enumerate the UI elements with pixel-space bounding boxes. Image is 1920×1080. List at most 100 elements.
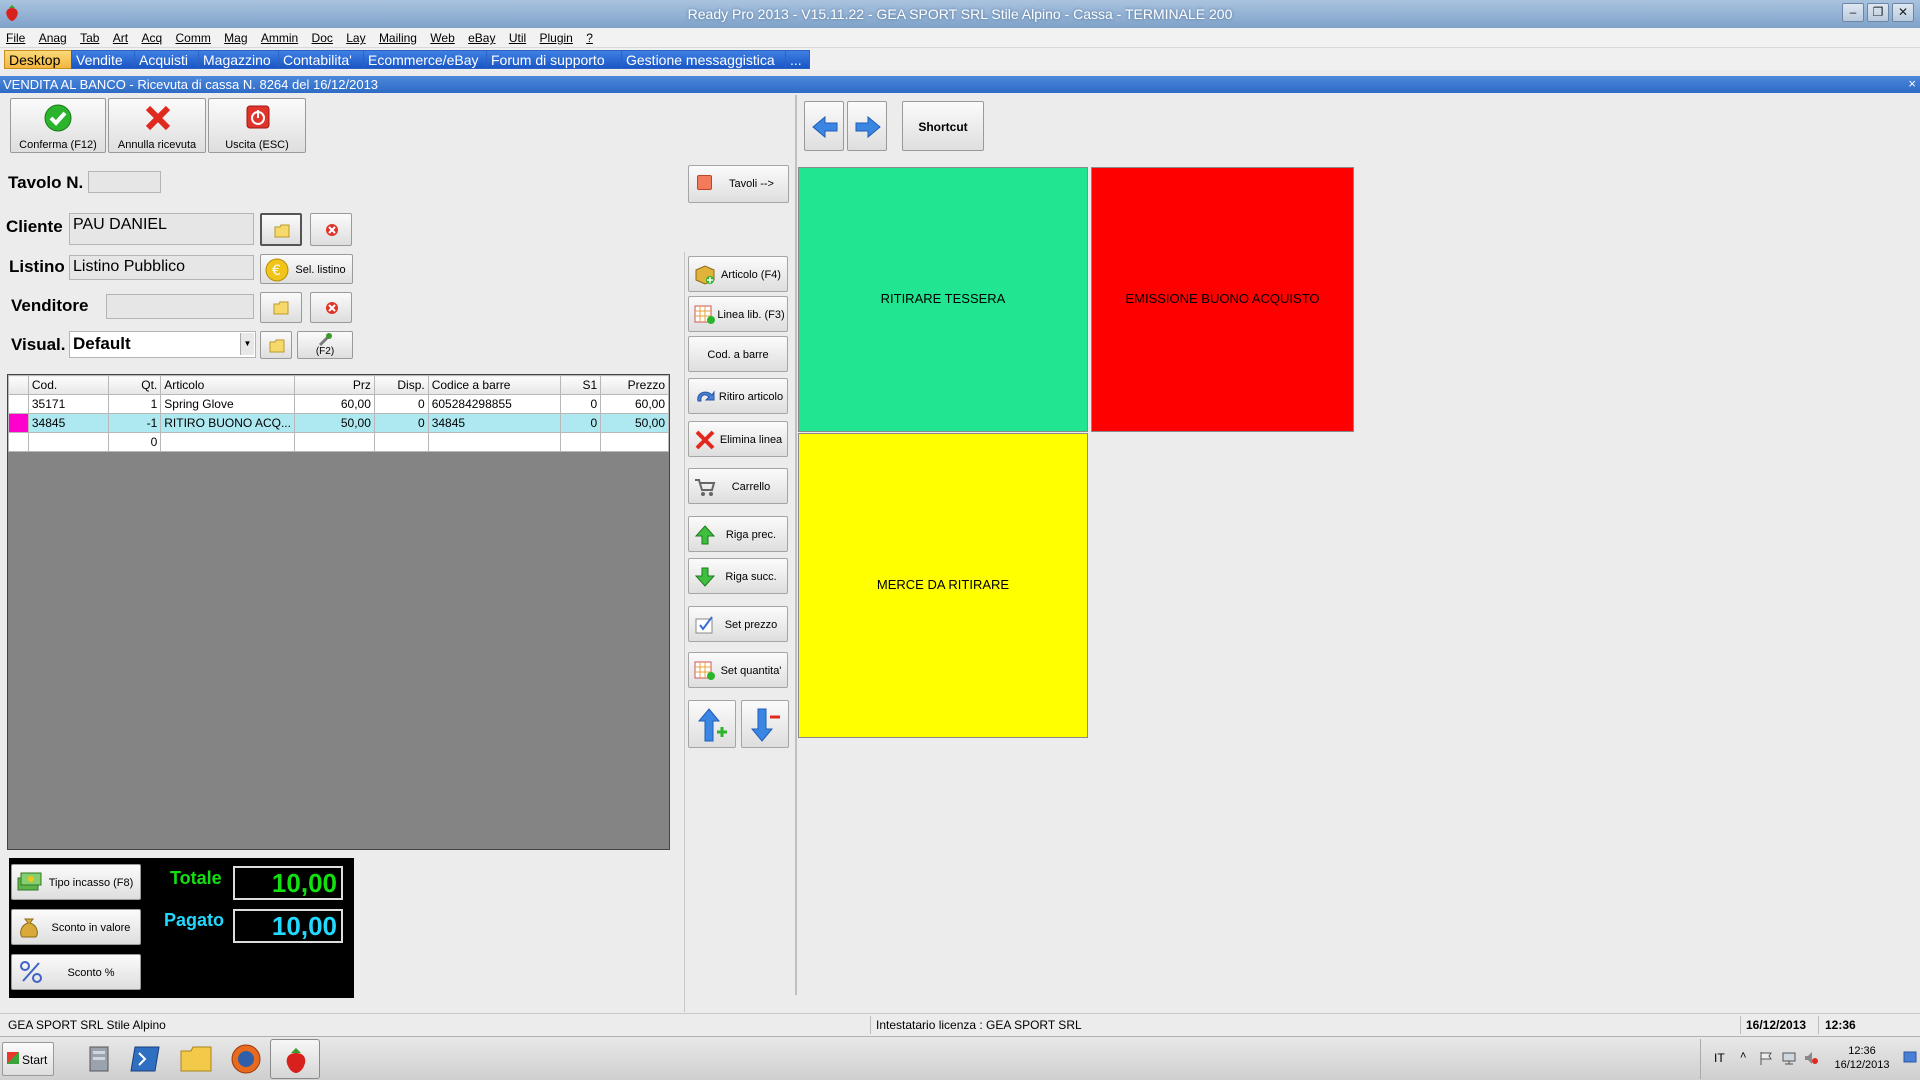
- tab-desktop[interactable]: Desktop: [4, 50, 72, 69]
- tab-forum[interactable]: Forum di supporto: [486, 50, 622, 69]
- price-tag-icon: [695, 616, 713, 634]
- tab-magazzino[interactable]: Magazzino: [198, 50, 279, 69]
- euro-coin-icon: €: [265, 258, 289, 282]
- readypro-taskbar-button[interactable]: [270, 1039, 320, 1079]
- tray-expand-icon[interactable]: ˄: [1740, 1050, 1746, 1062]
- sconto-valore-button[interactable]: Sconto in valore: [11, 909, 141, 945]
- col-disp[interactable]: Disp.: [373, 375, 429, 395]
- increase-button[interactable]: [688, 700, 736, 748]
- venditore-lookup-button[interactable]: [260, 292, 302, 323]
- menu-mailing[interactable]: Mailing: [373, 28, 421, 45]
- percent-icon: [20, 961, 42, 983]
- riga-prec-button[interactable]: Riga prec.: [688, 516, 788, 552]
- col-cod[interactable]: Cod.: [27, 375, 109, 395]
- check-icon: [44, 104, 72, 132]
- tab-vendite[interactable]: Vendite: [71, 50, 135, 69]
- firefox-icon[interactable]: [225, 1041, 267, 1077]
- menu-tab[interactable]: Tab: [74, 28, 103, 45]
- visual-select[interactable]: Default ▼: [69, 331, 256, 358]
- shortcut-button[interactable]: Shortcut: [902, 101, 984, 151]
- tab-messaggistica[interactable]: Gestione messaggistica: [621, 50, 786, 69]
- tile-merce-da-ritirare[interactable]: MERCE DA RITIRARE: [798, 433, 1088, 738]
- table-row[interactable]: 35171 1 Spring Glove 60,00 0 60528429885…: [8, 394, 669, 414]
- table-row-selected[interactable]: 34845 -1 RITIRO BUONO ACQ... 50,00 0 348…: [8, 413, 669, 433]
- decrease-button[interactable]: [741, 700, 789, 748]
- col-qt[interactable]: Qt.: [107, 375, 162, 395]
- section-header: VENDITA AL BANCO - Ricevuta di cassa N. …: [0, 76, 1920, 93]
- exit-button[interactable]: Uscita (ESC): [208, 98, 306, 153]
- tray-clock[interactable]: 12:36 16/12/2013: [1822, 1044, 1902, 1072]
- venditore-input[interactable]: [106, 294, 254, 319]
- tab-ecommerce[interactable]: Ecommerce/eBay: [363, 50, 487, 69]
- tipo-incasso-button[interactable]: Tipo incasso (F8): [11, 864, 141, 900]
- menu-help[interactable]: ?: [580, 28, 597, 45]
- cliente-label: Cliente: [6, 217, 63, 236]
- riga-succ-button[interactable]: Riga succ.: [688, 558, 788, 594]
- menu-file[interactable]: File: [0, 28, 29, 45]
- menu-plugin[interactable]: Plugin: [534, 28, 577, 45]
- carrello-button[interactable]: Carrello: [688, 468, 788, 504]
- ritiro-articolo-button[interactable]: Ritiro articolo: [688, 378, 788, 414]
- articolo-button[interactable]: Articolo (F4): [688, 256, 788, 292]
- elimina-linea-button[interactable]: Elimina linea: [688, 421, 788, 457]
- cancel-receipt-button[interactable]: Annulla ricevuta: [108, 98, 206, 153]
- set-prezzo-button[interactable]: Set prezzo: [688, 606, 788, 642]
- file-explorer-icon[interactable]: [175, 1041, 217, 1077]
- network-icon[interactable]: [1781, 1050, 1797, 1066]
- menu-anag[interactable]: Anag: [33, 28, 71, 45]
- tile-emissione-buono[interactable]: EMISSIONE BUONO ACQUISTO: [1091, 167, 1354, 432]
- nav-back-button[interactable]: [804, 101, 844, 151]
- menu-mag[interactable]: Mag: [218, 28, 251, 45]
- menu-ammin[interactable]: Ammin: [255, 28, 302, 45]
- col-articolo[interactable]: Articolo: [160, 375, 296, 395]
- language-indicator[interactable]: IT: [1714, 1051, 1725, 1065]
- flag-icon[interactable]: [1758, 1050, 1774, 1066]
- show-desktop-icon[interactable]: [1903, 1050, 1917, 1066]
- linea-libera-button[interactable]: Linea lib. (F3): [688, 296, 788, 332]
- volume-muted-icon[interactable]: [1803, 1050, 1819, 1066]
- menu-comm[interactable]: Comm: [169, 28, 214, 45]
- menu-lay[interactable]: Lay: [340, 28, 369, 45]
- row-indicator: [8, 413, 29, 433]
- start-button[interactable]: Start: [2, 1042, 54, 1076]
- menu-doc[interactable]: Doc: [306, 28, 337, 45]
- title-bar: Ready Pro 2013 - V15.11.22 - GEA SPORT S…: [0, 0, 1920, 28]
- menu-acq[interactable]: Acq: [135, 28, 166, 45]
- nav-forward-button[interactable]: [847, 101, 887, 151]
- tavoli-button[interactable]: Tavoli -->: [688, 165, 789, 203]
- visual-folder-button[interactable]: [260, 331, 292, 359]
- menu-art[interactable]: Art: [107, 28, 132, 45]
- cliente-clear-button[interactable]: [310, 213, 352, 246]
- tab-contabilita[interactable]: Contabilita': [278, 50, 364, 69]
- col-barcode[interactable]: Codice a barre: [427, 375, 562, 395]
- tab-more[interactable]: ...: [785, 50, 810, 69]
- col-prezzo[interactable]: Prezzo: [600, 375, 669, 395]
- tavolo-input[interactable]: [88, 171, 161, 193]
- server-manager-icon[interactable]: [78, 1041, 120, 1077]
- powershell-icon[interactable]: [125, 1041, 167, 1077]
- menu-ebay[interactable]: eBay: [462, 28, 499, 45]
- set-quantita-button[interactable]: Set quantita': [688, 652, 788, 688]
- venditore-clear-button[interactable]: [310, 292, 352, 323]
- restore-button[interactable]: ❐: [1867, 3, 1889, 22]
- minimize-button[interactable]: –: [1842, 3, 1864, 22]
- listino-input[interactable]: Listino Pubblico: [69, 255, 254, 280]
- tab-acquisti[interactable]: Acquisti: [134, 50, 199, 69]
- menu-web[interactable]: Web: [424, 28, 458, 45]
- table-row[interactable]: 0: [8, 432, 669, 452]
- col-prz[interactable]: Prz: [294, 375, 375, 395]
- cliente-lookup-button[interactable]: [260, 213, 302, 246]
- tile-ritirare-tessera[interactable]: RITIRARE TESSERA: [798, 167, 1088, 432]
- col-s1[interactable]: S1: [560, 375, 602, 395]
- cliente-input[interactable]: PAU DANIEL: [69, 213, 254, 245]
- confirm-button[interactable]: Conferma (F12): [10, 98, 106, 153]
- sconto-percent-button[interactable]: Sconto %: [11, 954, 141, 990]
- close-window-button[interactable]: ✕: [1892, 3, 1914, 22]
- f2-tools-button[interactable]: (F2): [297, 331, 353, 359]
- sel-listino-button[interactable]: € Sel. listino: [260, 254, 353, 284]
- folder-icon: [273, 301, 289, 315]
- close-section-icon[interactable]: ×: [1908, 76, 1916, 91]
- chevron-down-icon[interactable]: ▼: [240, 333, 254, 355]
- menu-util[interactable]: Util: [503, 28, 530, 45]
- barcode-button[interactable]: Cod. a barre: [688, 336, 788, 372]
